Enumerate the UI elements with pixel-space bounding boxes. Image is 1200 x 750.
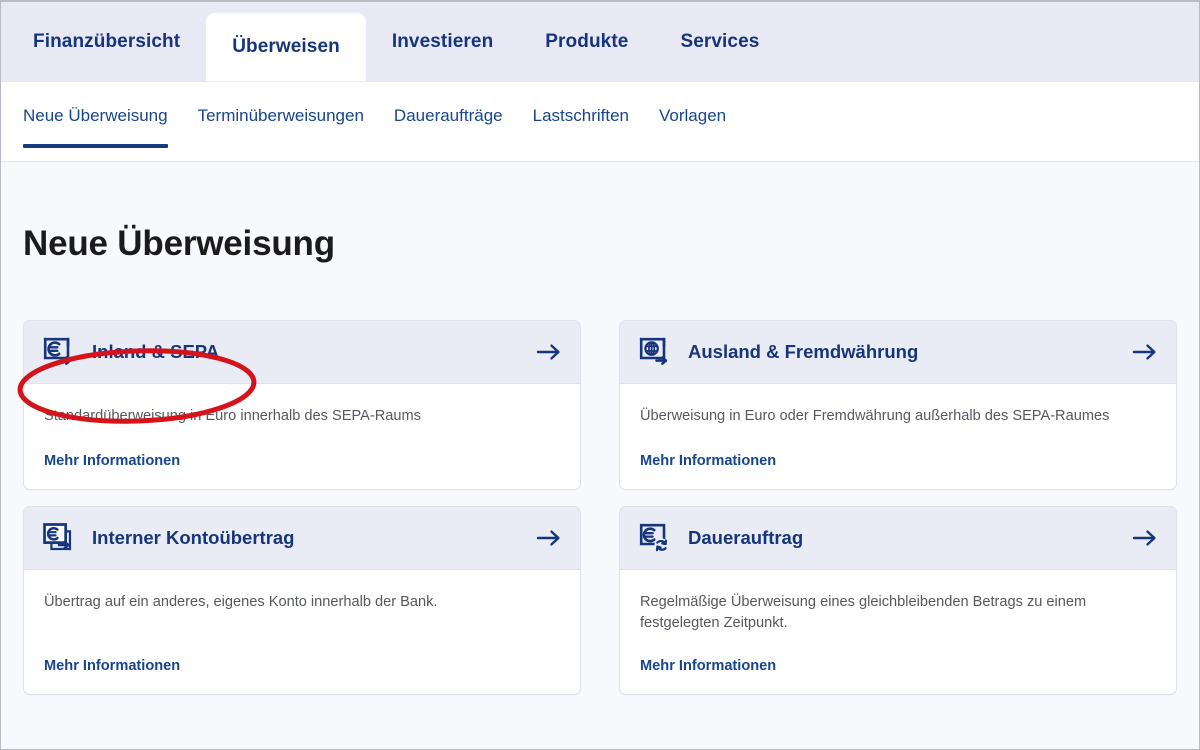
card-description: Überweisung in Euro oder Fremdwährung au… — [640, 406, 1156, 427]
primary-tabbar: Finanzübersicht Überweisen Investieren P… — [1, 2, 1199, 82]
tab-ueberweisen[interactable]: Überweisen — [206, 13, 366, 81]
tab-label: Investieren — [392, 31, 493, 53]
card-header[interactable]: Dauerauftrag — [620, 507, 1176, 570]
euro-internal-transfer-icon — [42, 522, 74, 554]
card-ausland-fremdwaehrung[interactable]: Ausland & Fremdwährung Überweisung in Eu… — [619, 320, 1177, 490]
subtab-lastschriften[interactable]: Lastschriften — [533, 106, 629, 148]
card-inland-sepa[interactable]: Inland & SEPA Standardüberweisung in Eur… — [23, 320, 581, 490]
card-title: Interner Kontoübertrag — [92, 527, 536, 549]
tab-produkte[interactable]: Produkte — [519, 2, 654, 81]
card-body: Regelmäßige Überweisung eines gleichblei… — [620, 570, 1176, 694]
card-title: Ausland & Fremdwährung — [688, 341, 1132, 363]
card-header[interactable]: Inland & SEPA — [24, 321, 580, 384]
browser-window: Finanzübersicht Überweisen Investieren P… — [0, 0, 1200, 750]
card-title: Dauerauftrag — [688, 527, 1132, 549]
euro-transfer-icon — [42, 336, 74, 368]
card-dauerauftrag[interactable]: Dauerauftrag Regelmäßige Überweisung ein… — [619, 506, 1177, 695]
card-title: Inland & SEPA — [92, 341, 536, 363]
more-information-link[interactable]: Mehr Informationen — [44, 640, 180, 674]
tab-label: Produkte — [545, 31, 628, 53]
card-body: Überweisung in Euro oder Fremdwährung au… — [620, 384, 1176, 489]
subtab-terminueberweisungen[interactable]: Terminüberweisungen — [198, 106, 364, 148]
subtab-dauerauftraege[interactable]: Daueraufträge — [394, 106, 503, 148]
subtab-label: Lastschriften — [533, 106, 629, 125]
arrow-right-icon[interactable] — [1132, 342, 1158, 362]
tab-investieren[interactable]: Investieren — [366, 2, 519, 81]
subtab-label: Vorlagen — [659, 106, 726, 125]
euro-recurring-icon — [638, 522, 670, 554]
card-body: Standardüberweisung in Euro innerhalb de… — [24, 384, 580, 489]
arrow-right-icon[interactable] — [1132, 528, 1158, 548]
transfer-type-card-grid: Inland & SEPA Standardüberweisung in Eur… — [23, 320, 1177, 695]
more-information-link[interactable]: Mehr Informationen — [44, 435, 180, 469]
card-body: Übertrag auf ein anderes, eigenes Konto … — [24, 570, 580, 694]
card-header[interactable]: Interner Kontoübertrag — [24, 507, 580, 570]
more-information-link[interactable]: Mehr Informationen — [640, 435, 776, 469]
tab-finanzuebersicht[interactable]: Finanzübersicht — [7, 2, 206, 81]
subtab-vorlagen[interactable]: Vorlagen — [659, 106, 726, 148]
subtab-label: Daueraufträge — [394, 106, 503, 125]
tab-label: Services — [680, 31, 759, 53]
main-content: Neue Überweisung Inland & SEPA — [1, 162, 1199, 750]
tab-services[interactable]: Services — [654, 2, 785, 81]
subtab-label: Neue Überweisung — [23, 106, 168, 125]
card-header[interactable]: Ausland & Fremdwährung — [620, 321, 1176, 384]
card-description: Regelmäßige Überweisung eines gleichblei… — [640, 592, 1156, 634]
more-information-link[interactable]: Mehr Informationen — [640, 640, 776, 674]
globe-transfer-icon — [638, 336, 670, 368]
arrow-right-icon[interactable] — [536, 528, 562, 548]
card-description: Standardüberweisung in Euro innerhalb de… — [44, 406, 560, 427]
subtab-label: Terminüberweisungen — [198, 106, 364, 125]
card-description: Übertrag auf ein anderes, eigenes Konto … — [44, 592, 560, 613]
page-title: Neue Überweisung — [23, 162, 1177, 264]
subtab-neue-ueberweisung[interactable]: Neue Überweisung — [23, 106, 168, 148]
arrow-right-icon[interactable] — [536, 342, 562, 362]
card-interner-kontouebertrag[interactable]: Interner Kontoübertrag Übertrag auf ein … — [23, 506, 581, 695]
tab-label: Überweisen — [232, 36, 340, 58]
secondary-nav: Neue Überweisung Terminüberweisungen Dau… — [1, 82, 1199, 162]
tab-label: Finanzübersicht — [33, 31, 180, 53]
